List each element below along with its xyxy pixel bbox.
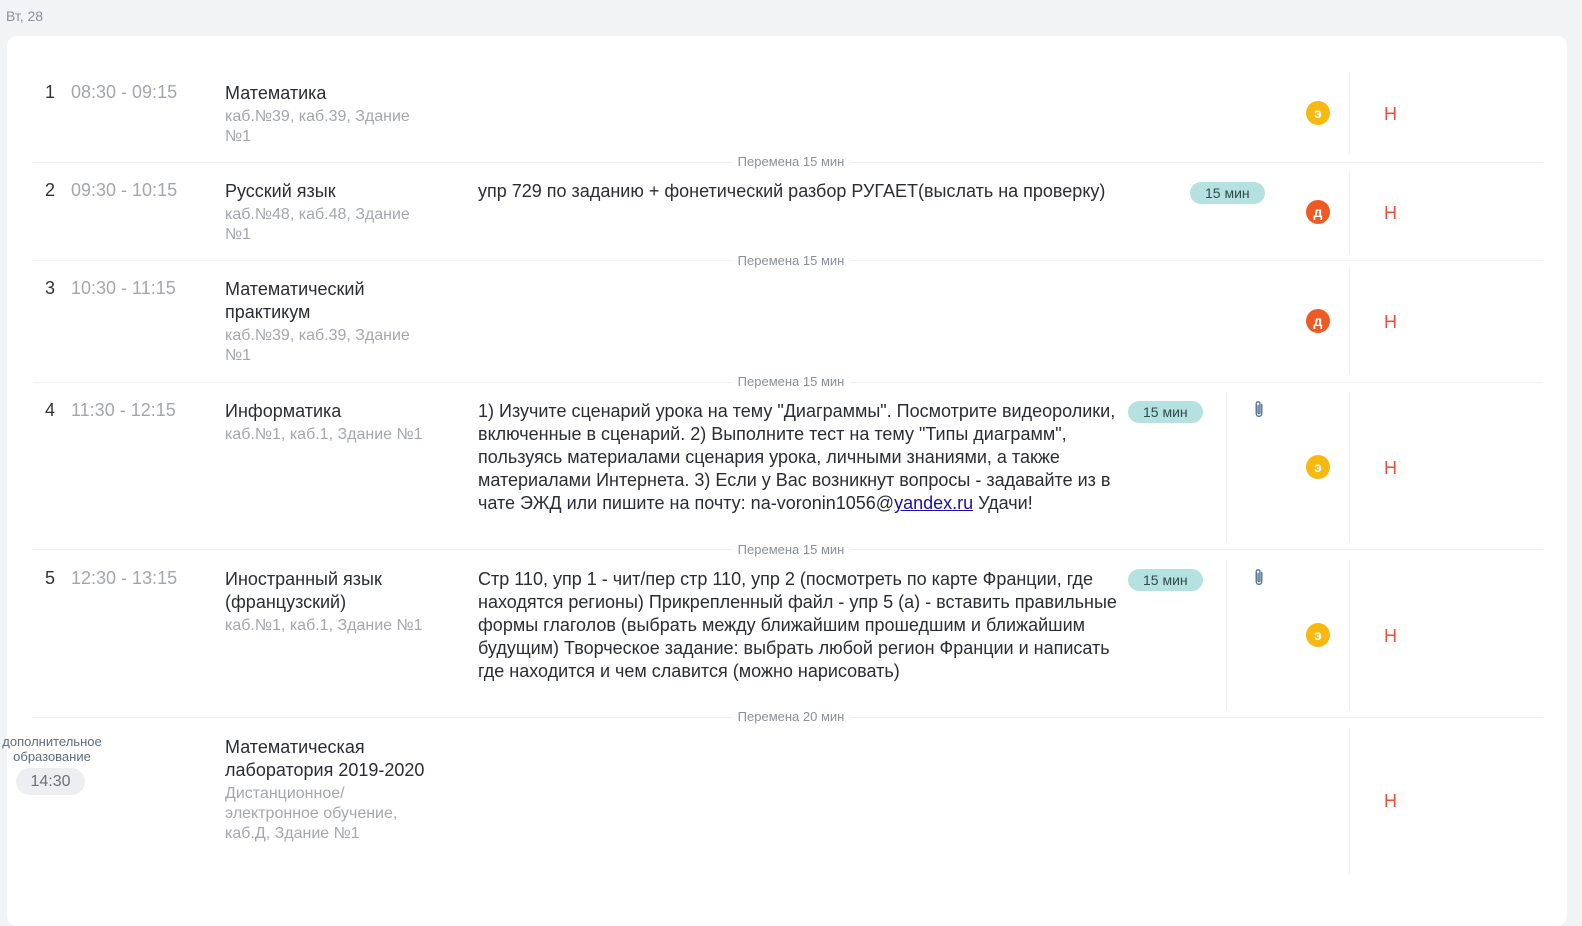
schedule-card: 1 08:30 - 09:15 Математика каб.№39, каб.… bbox=[7, 36, 1567, 926]
lesson-subject[interactable]: Математика bbox=[225, 82, 440, 105]
lesson-subject[interactable]: Русский язык bbox=[225, 180, 440, 203]
attendance-mark[interactable]: Н bbox=[1384, 104, 1397, 125]
lesson-room: каб.№39, каб.39, Здание №1 bbox=[225, 108, 410, 145]
lesson-number: 5 bbox=[45, 568, 56, 588]
lesson-time: 09:30 - 10:15 bbox=[71, 180, 178, 200]
attendance-mark[interactable]: Н bbox=[1384, 791, 1397, 812]
attendance-mark[interactable]: Н bbox=[1384, 312, 1397, 333]
lesson-row[interactable]: 4 11:30 - 12:15 Информатика каб.№1, каб.… bbox=[33, 390, 1543, 550]
homework-duration-badge: 15 мин bbox=[1128, 401, 1203, 423]
lesson-row[interactable]: 5 12:30 - 13:15 Иностранный язык (францу… bbox=[33, 558, 1543, 718]
lesson-time: 11:30 - 12:15 bbox=[71, 400, 176, 420]
attendance-mark[interactable]: Н bbox=[1384, 458, 1397, 479]
lesson-type-badge[interactable]: э bbox=[1306, 455, 1330, 479]
lesson-number: 1 bbox=[45, 82, 56, 102]
mark-divider bbox=[1349, 392, 1350, 542]
break-label: Перемена 15 мин bbox=[0, 154, 1582, 169]
lesson-subject-block: Информатика каб.№1, каб.1, Здание №1 bbox=[225, 400, 440, 445]
lesson-subject[interactable]: Математическая лаборатория 2019-2020 bbox=[225, 736, 440, 782]
lesson-room: каб.№48, каб.48, Здание №1 bbox=[225, 206, 410, 243]
lesson-subject[interactable]: Математический практикум bbox=[225, 278, 440, 324]
lesson-subject[interactable]: Иностранный язык (французский) bbox=[225, 568, 440, 614]
homework-duration-badge: 15 мин bbox=[1128, 569, 1203, 591]
lesson-type-badge[interactable]: э bbox=[1306, 623, 1330, 647]
break-label: Перемена 15 мин bbox=[0, 253, 1582, 268]
lesson-number: 2 bbox=[45, 180, 56, 200]
extra-time-badge: 14:30 bbox=[16, 768, 85, 795]
mark-divider bbox=[1349, 72, 1350, 154]
lesson-subject-block: Русский язык каб.№48, каб.48, Здание №1 bbox=[225, 180, 440, 245]
paperclip-icon[interactable] bbox=[1251, 567, 1267, 589]
break-label: Перемена 15 мин bbox=[0, 542, 1582, 557]
lesson-room: Дистанционное/ электронное обучение, каб… bbox=[225, 785, 398, 842]
lesson-row[interactable]: 3 10:30 - 11:15 Математический практикум… bbox=[33, 268, 1543, 383]
lesson-time: 10:30 - 11:15 bbox=[71, 278, 176, 298]
homework-divider bbox=[1226, 560, 1227, 710]
lesson-room: каб.№1, каб.1, Здание №1 bbox=[225, 426, 423, 443]
lesson-subject-block: Математический практикум каб.№39, каб.39… bbox=[225, 278, 440, 366]
email-link[interactable]: yandex.ru bbox=[894, 493, 973, 513]
lesson-homework[interactable]: 1) Изучите сценарий урока на тему "Диагр… bbox=[478, 400, 1126, 515]
mark-divider bbox=[1349, 268, 1350, 374]
lesson-homework[interactable]: Стр 110, упр 1 - чит/пер стр 110, упр 2 … bbox=[478, 568, 1126, 683]
paperclip-icon[interactable] bbox=[1251, 399, 1267, 421]
lesson-type-badge[interactable]: д bbox=[1306, 309, 1330, 333]
lesson-time: 12:30 - 13:15 bbox=[71, 568, 178, 588]
break-label: Перемена 15 мин bbox=[0, 374, 1582, 389]
lesson-room: каб.№1, каб.1, Здание №1 bbox=[225, 617, 423, 634]
lesson-subject-block: Иностранный язык (французский) каб.№1, к… bbox=[225, 568, 440, 636]
extra-education-tag: дополнительное образование bbox=[2, 734, 102, 764]
lesson-room: каб.№39, каб.39, Здание №1 bbox=[225, 327, 410, 364]
day-label: Вт, 28 bbox=[6, 8, 44, 24]
attendance-mark[interactable]: Н bbox=[1384, 203, 1397, 224]
homework-duration-badge: 15 мин bbox=[1190, 182, 1265, 204]
lesson-type-badge[interactable]: э bbox=[1306, 101, 1330, 125]
lesson-number: 3 bbox=[45, 278, 56, 298]
homework-divider bbox=[1226, 392, 1227, 542]
lesson-number: 4 bbox=[45, 400, 56, 420]
lesson-row[interactable]: 1 08:30 - 09:15 Математика каб.№39, каб.… bbox=[33, 72, 1543, 163]
lesson-subject-block: Математическая лаборатория 2019-2020 Дис… bbox=[225, 736, 440, 844]
lesson-type-badge[interactable]: д bbox=[1306, 200, 1330, 224]
lesson-homework[interactable]: упр 729 по заданию + фонетический разбор… bbox=[478, 180, 1198, 203]
lesson-subject-block: Математика каб.№39, каб.39, Здание №1 bbox=[225, 82, 440, 147]
mark-divider bbox=[1349, 172, 1350, 254]
mark-divider bbox=[1349, 560, 1350, 710]
lesson-row[interactable]: 2 09:30 - 10:15 Русский язык каб.№48, ка… bbox=[33, 170, 1543, 261]
lesson-time: 08:30 - 09:15 bbox=[71, 82, 178, 102]
break-label: Перемена 20 мин bbox=[0, 709, 1582, 724]
attendance-mark[interactable]: Н bbox=[1384, 626, 1397, 647]
extra-lesson-row[interactable]: Математическая лаборатория 2019-2020 Дис… bbox=[33, 726, 1543, 896]
lesson-subject[interactable]: Информатика bbox=[225, 400, 440, 423]
mark-divider bbox=[1349, 728, 1350, 874]
